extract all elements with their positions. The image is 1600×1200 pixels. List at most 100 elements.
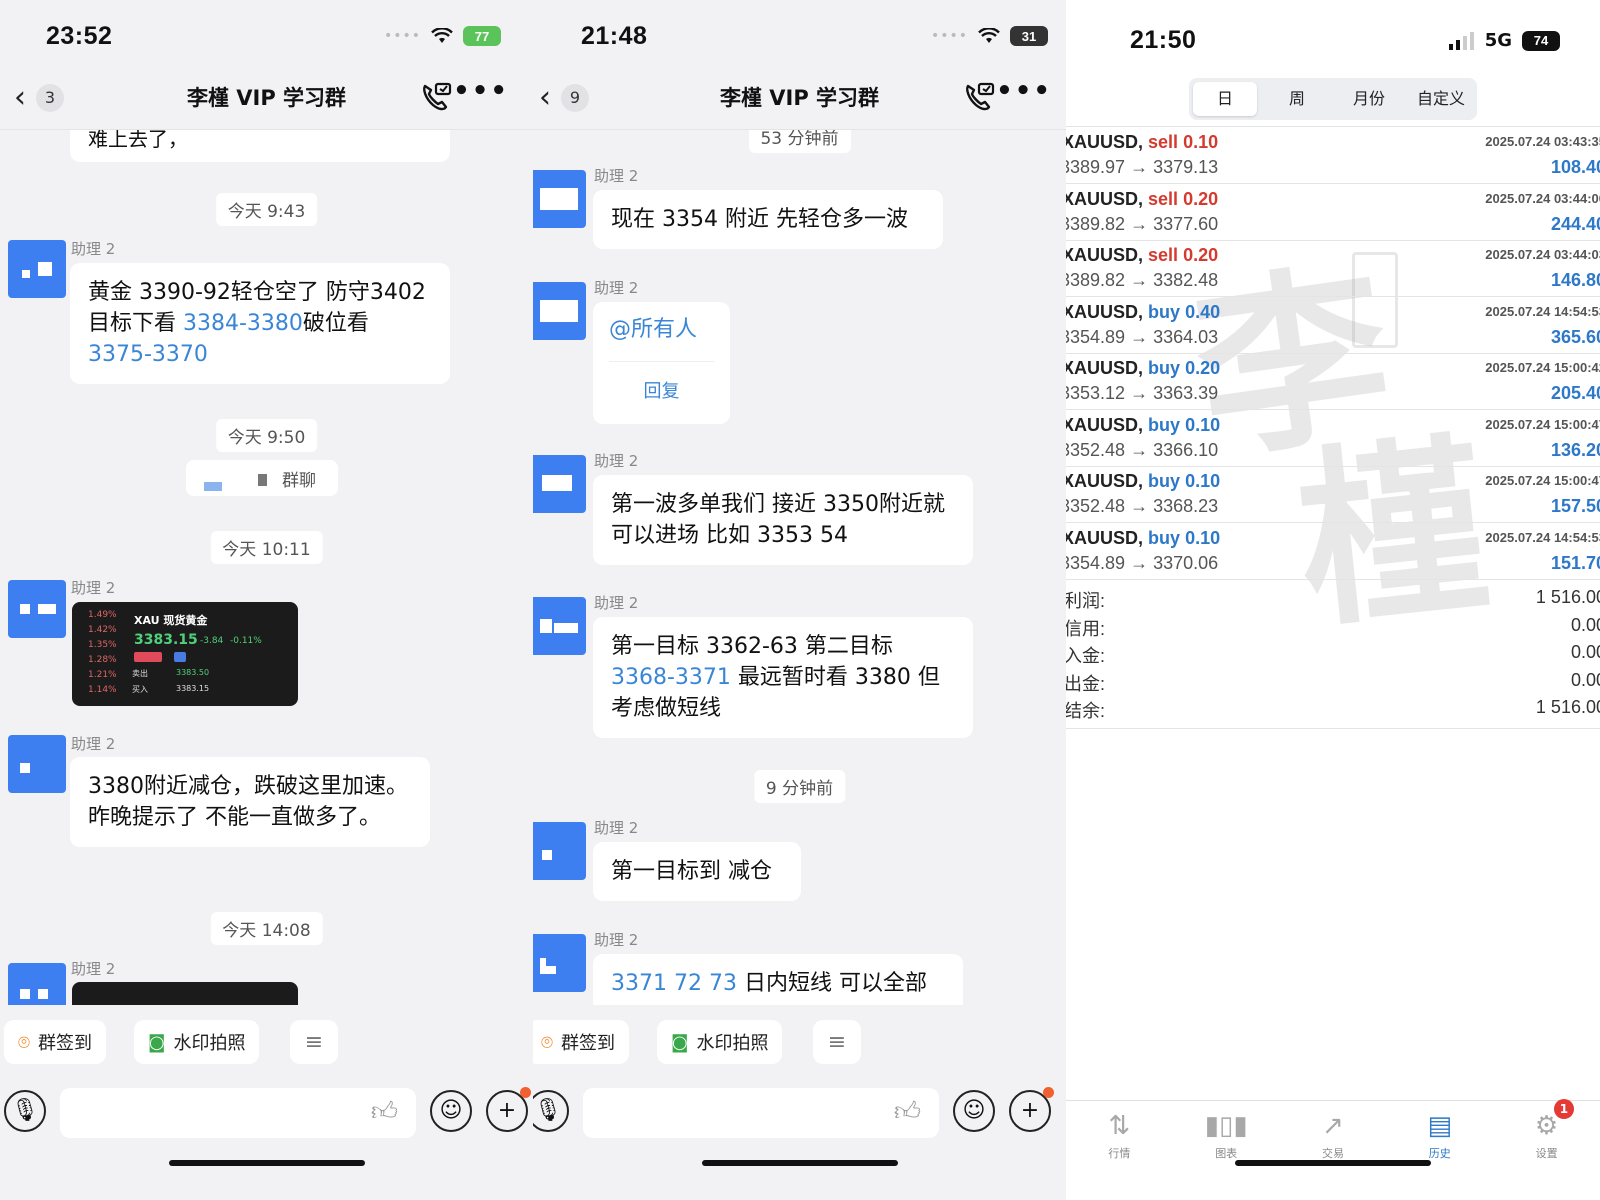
period-custom[interactable]: 自定义 <box>1409 82 1473 116</box>
sender-name: 助理 2 <box>71 735 116 753</box>
emoji-icon[interactable]: ☺ <box>430 1090 472 1132</box>
message-bubble[interactable]: 第一目标 3362-63 第二目标 3368-3371 最远暂时看 3380 但… <box>593 617 973 738</box>
input-bar: 🎙︎ 👍︎ ☺ + <box>533 1082 1066 1144</box>
summary-row: 出金: 0.00 <box>1066 670 1600 697</box>
menu-icon[interactable]: ≡ <box>290 1020 338 1064</box>
deal-time: 2025.07.24 03:44:03 <box>1485 247 1600 262</box>
deal-row[interactable]: XAUUSD, buy 0.40 3354.89 → 3364.03 2025.07… <box>1066 298 1600 354</box>
watermark-label: 水印拍照 <box>696 1033 769 1054</box>
status-icons: •••• 31 <box>931 26 1048 46</box>
deal-prices: 3354.89 → 3370.06 <box>1066 552 1219 573</box>
plus-icon[interactable]: + <box>486 1087 531 1132</box>
summary-row: 信用: 0.00 <box>1066 615 1600 642</box>
avatar[interactable] <box>533 282 586 340</box>
deal-row[interactable]: XAUUSD, buy 0.10 3352.48 → 3366.10 2025.07… <box>1066 411 1600 467</box>
mention-all[interactable]: @所有人 <box>609 314 714 345</box>
trading-history-panel: 21:50 5G 74 日 周 月份 自定义 李 槿 XAUUSD, sell … <box>1066 0 1600 1200</box>
quote-buy-label: 买入 <box>132 685 148 694</box>
quote-image[interactable]: 1.49% 1.42% 1.35% 1.28% 1.21% 1.14% XAU 现货黄金 … <box>72 602 298 706</box>
summary-value: 1 516.00 <box>1535 587 1600 607</box>
watermark-camera-button[interactable]: ◙ 水印拍照 <box>134 1020 260 1064</box>
price-link[interactable]: 3384-3380 <box>183 311 303 336</box>
more-icon[interactable]: ••• <box>996 76 1052 106</box>
status-icons: 5G 74 <box>1448 30 1560 51</box>
watermark-label: 水印拍照 <box>173 1033 246 1054</box>
price-link[interactable]: 3375-3370 <box>88 342 208 367</box>
deal-row[interactable]: XAUUSD, buy 0.20 3353.12 → 3363.39 2025.07… <box>1066 354 1600 410</box>
avatar[interactable] <box>8 240 66 298</box>
deal-row[interactable]: XAUUSD, sell 0.20 3389.82 → 3382.48 2025.0… <box>1066 241 1600 297</box>
group-call-icon[interactable] <box>419 80 453 112</box>
deal-row[interactable]: XAUUSD, sell 0.10 3389.97 → 3379.13 2025.0… <box>1066 128 1600 184</box>
quote-tag <box>134 652 162 662</box>
sender-name: 助理 2 <box>594 819 639 837</box>
reply-button[interactable]: 回复 <box>609 361 714 407</box>
deal-row[interactable]: XAUUSD, sell 0.20 3389.82 → 3377.60 2025.0… <box>1066 185 1600 241</box>
message-bubble[interactable]: 现在 3354 附近 先轻仓多一波 <box>593 190 943 249</box>
deal-time: 2025.07.24 14:54:53 <box>1485 303 1600 319</box>
quote-sell: 3383.50 <box>176 668 210 677</box>
period-month[interactable]: 月份 <box>1337 82 1401 116</box>
timestamp: 今天 9:43 <box>215 193 318 226</box>
quote-pct: -0.11% <box>230 636 262 646</box>
tab-chart[interactable]: ▮▯▮ 图表 <box>1173 1101 1280 1160</box>
status-icons: •••• 77 <box>384 26 501 46</box>
deal-row[interactable]: XAUUSD, buy 0.10 3354.89 → 3370.06 2025.07… <box>1066 524 1600 580</box>
group-call-icon[interactable] <box>962 80 996 112</box>
nav-bar: ‹ 3 李槿 VIP 学习群 ••• <box>0 72 533 130</box>
message-bubble[interactable]: 3371 72 73 日内短线 可以全部 <box>593 954 963 1005</box>
avatar[interactable] <box>8 963 66 1005</box>
deal-time: 2025.07.24 03:43:35 <box>1485 134 1600 149</box>
thumbs-up-icon[interactable]: 👍︎ <box>371 1096 398 1127</box>
tab-history[interactable]: ▤ 历史 <box>1386 1101 1493 1160</box>
period-day[interactable]: 日 <box>1193 82 1257 116</box>
tab-settings[interactable]: ⚙ 设置 1 <box>1493 1099 1600 1160</box>
tab-trade[interactable]: ↗ 交易 <box>1280 1101 1387 1160</box>
period-week[interactable]: 周 <box>1265 82 1329 116</box>
tab-label: 历史 <box>1428 1147 1451 1160</box>
price-link[interactable]: 3371 72 73 <box>611 971 737 996</box>
wifi-icon <box>431 28 453 43</box>
avatar[interactable] <box>533 170 586 228</box>
message-input[interactable]: 👍︎ <box>583 1088 939 1138</box>
tab-label: 图表 <box>1215 1147 1238 1160</box>
watermark-camera-button[interactable]: ◙ 水印拍照 <box>657 1020 783 1064</box>
message-bubble[interactable]: 第一目标到 减仓 <box>593 842 801 901</box>
summary-row: 利润: 1 516.00 <box>1066 587 1600 614</box>
summary-label: 出金: <box>1066 673 1106 694</box>
sender-name: 助理 2 <box>71 240 116 258</box>
plus-icon[interactable]: + <box>1009 1087 1054 1132</box>
message-bubble[interactable]: 3380附近减仓，跌破这里加速。昨晚提示了 不能一直做多了。 <box>70 757 430 847</box>
avatar[interactable] <box>533 822 586 880</box>
avatar[interactable] <box>8 580 66 638</box>
tab-quotes[interactable]: ⇅ 行情 <box>1066 1101 1173 1160</box>
thumbs-up-icon[interactable]: 👍︎ <box>894 1096 921 1127</box>
checkin-label: 群签到 <box>561 1033 615 1054</box>
avatar[interactable] <box>533 455 586 513</box>
message-bubble[interactable]: 第一波多单我们 接近 3350附近就可以进场 比如 3353 54 <box>593 475 973 565</box>
deal-row[interactable]: XAUUSD, buy 0.10 3352.48 → 3368.23 2025.07… <box>1066 467 1600 523</box>
price-link[interactable]: 3368-3371 <box>611 665 731 690</box>
mention-card[interactable]: @所有人 回复 <box>593 302 730 424</box>
avatar[interactable] <box>533 597 586 655</box>
deal-symbol: XAUUSD, buy 0.20 <box>1066 358 1221 378</box>
system-notice-text: 群聊 <box>282 471 316 491</box>
avatar[interactable] <box>8 735 66 793</box>
avatar[interactable] <box>533 934 586 992</box>
deal-profit: 136.20 <box>1550 439 1600 460</box>
voice-icon[interactable]: 🎙︎ <box>4 1090 46 1132</box>
checkin-button[interactable]: ⌾ 群签到 <box>4 1020 106 1064</box>
deal-symbol: XAUUSD, sell 0.10 <box>1066 132 1219 152</box>
wifi-icon <box>978 28 1000 43</box>
sender-name: 助理 2 <box>594 594 639 612</box>
voice-icon[interactable]: 🎙︎ <box>533 1090 569 1132</box>
menu-icon[interactable]: ≡ <box>813 1020 861 1064</box>
summary-value: 0.00 <box>1570 614 1600 635</box>
emoji-icon[interactable]: ☺ <box>953 1090 995 1132</box>
message-bubble[interactable]: 黄金 3390-92轻仓空了 防守3402 目标下看 3384-3380破位看 … <box>70 263 450 384</box>
message-input[interactable]: 👍︎ <box>60 1088 416 1138</box>
checkin-button[interactable]: ⌾ 群签到 <box>533 1020 629 1064</box>
more-icon[interactable]: ••• <box>453 76 509 106</box>
image-message[interactable] <box>72 982 298 1005</box>
timestamp: 今天 14:08 <box>210 912 323 945</box>
